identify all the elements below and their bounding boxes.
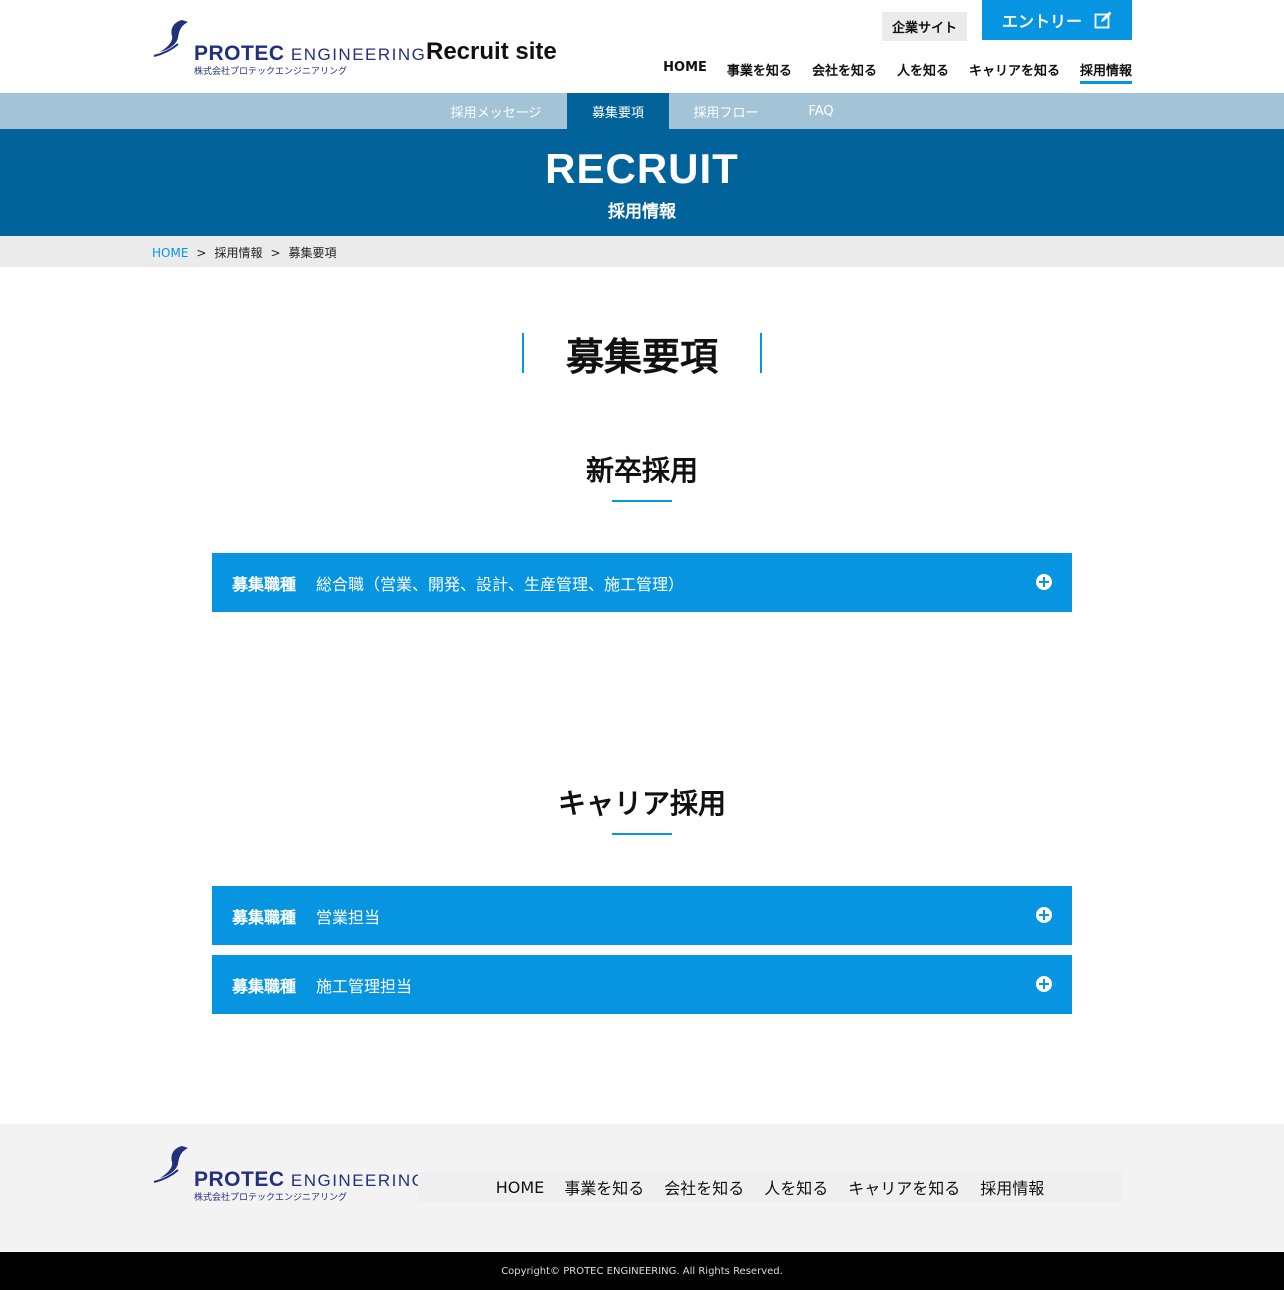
section-title-new-grad: 新卒採用 bbox=[585, 454, 698, 487]
nav-business[interactable]: 事業を知る bbox=[727, 60, 792, 84]
site-header: PROTEC ENGINEERING 株式会社プロテックエンジニアリング Rec… bbox=[0, 0, 1284, 93]
banner-title-en: RECRUIT bbox=[545, 145, 739, 192]
accordion-career-construction[interactable]: 募集職種 施工管理担当 bbox=[212, 955, 1072, 1014]
breadcrumb-recruit[interactable]: 採用情報 bbox=[214, 246, 262, 260]
recruit-subnav: 採用メッセージ 募集要項 採用フロー FAQ bbox=[0, 93, 1284, 129]
breadcrumb-separator: > bbox=[270, 246, 281, 260]
footer-nav-people[interactable]: 人を知る bbox=[764, 1175, 828, 1199]
accordion-label: 募集職種 bbox=[232, 574, 297, 594]
nav-recruit[interactable]: 採用情報 bbox=[1079, 60, 1132, 84]
footer-nav-recruit[interactable]: 採用情報 bbox=[980, 1175, 1044, 1199]
edit-icon bbox=[1094, 11, 1112, 29]
footer-nav: HOME 事業を知る 会社を知る 人を知る キャリアを知る 採用情報 bbox=[418, 1172, 1122, 1202]
corporate-site-button[interactable]: 企業サイト bbox=[882, 12, 967, 41]
company-logo[interactable]: PROTEC ENGINEERING 株式会社プロテックエンジニアリング bbox=[152, 18, 425, 77]
accordion-value: 営業担当 bbox=[316, 907, 381, 927]
plus-circle-icon[interactable] bbox=[1036, 907, 1052, 923]
page-banner: RECRUIT 採用情報 bbox=[0, 129, 1284, 236]
banner-title-jp: 採用情報 bbox=[608, 202, 676, 222]
breadcrumb-home[interactable]: HOME bbox=[152, 246, 188, 260]
logo-brand-text: PROTEC ENGINEERING bbox=[194, 42, 427, 65]
footer-nav-company[interactable]: 会社を知る bbox=[664, 1175, 744, 1199]
plus-circle-icon[interactable] bbox=[1036, 574, 1052, 590]
logo-sub-text: 株式会社プロテックエンジニアリング bbox=[194, 1193, 348, 1203]
copyright: Copyright© PROTEC ENGINEERING. All Right… bbox=[0, 1252, 1284, 1290]
nav-company[interactable]: 会社を知る bbox=[812, 60, 877, 84]
accordion-new-grad-general[interactable]: 募集職種 総合職（営業、開発、設計、生産管理、施工管理） bbox=[212, 553, 1072, 612]
subnav-message[interactable]: 採用メッセージ bbox=[436, 93, 556, 129]
subnav-flow[interactable]: 採用フロー bbox=[680, 93, 772, 129]
accordion-label: 募集職種 bbox=[232, 907, 297, 927]
logo-brand-text: PROTEC ENGINEERING bbox=[194, 1168, 427, 1191]
logo-sub-text: 株式会社プロテックエンジニアリング bbox=[194, 67, 348, 77]
nav-home[interactable]: HOME bbox=[663, 60, 707, 84]
footer-nav-home[interactable]: HOME bbox=[496, 1178, 545, 1197]
accordion-career-sales[interactable]: 募集職種 営業担当 bbox=[212, 886, 1072, 945]
subnav-requirements[interactable]: 募集要項 bbox=[567, 93, 669, 129]
accordion-value: 総合職（営業、開発、設計、生産管理、施工管理） bbox=[316, 574, 685, 594]
section-title-career: キャリア採用 bbox=[557, 787, 726, 820]
breadcrumb: HOME > 採用情報 > 募集要項 bbox=[0, 236, 1284, 267]
site-footer: PROTEC ENGINEERING 株式会社プロテックエンジニアリング HOM… bbox=[0, 1124, 1284, 1252]
section-underline bbox=[612, 500, 672, 502]
logo-bird-icon bbox=[153, 1146, 188, 1183]
nav-career[interactable]: キャリアを知る bbox=[969, 60, 1060, 84]
entry-label: エントリー bbox=[1001, 12, 1082, 31]
breadcrumb-separator: > bbox=[196, 246, 207, 260]
logo-bird-icon bbox=[153, 20, 188, 57]
site-label: Recruit site bbox=[426, 38, 557, 65]
footer-logo[interactable]: PROTEC ENGINEERING 株式会社プロテックエンジニアリング bbox=[152, 1144, 425, 1203]
page-title: 募集要項 bbox=[522, 333, 762, 379]
breadcrumb-current: 募集要項 bbox=[288, 246, 337, 260]
page: PROTEC ENGINEERING 株式会社プロテックエンジニアリング Rec… bbox=[0, 0, 1284, 1290]
accordion-label: 募集職種 bbox=[232, 976, 297, 996]
footer-nav-career[interactable]: キャリアを知る bbox=[848, 1175, 960, 1199]
accordion-value: 施工管理担当 bbox=[316, 976, 413, 996]
footer-nav-business[interactable]: 事業を知る bbox=[564, 1175, 644, 1199]
plus-circle-icon[interactable] bbox=[1036, 976, 1052, 992]
entry-button[interactable]: エントリー bbox=[982, 0, 1132, 40]
nav-people[interactable]: 人を知る bbox=[897, 60, 949, 84]
subnav-faq[interactable]: FAQ bbox=[790, 93, 852, 129]
corporate-site-label: 企業サイト bbox=[891, 21, 957, 36]
section-underline bbox=[612, 833, 672, 835]
global-nav: HOME 事業を知る 会社を知る 人を知る キャリアを知る 採用情報 bbox=[663, 60, 1132, 84]
